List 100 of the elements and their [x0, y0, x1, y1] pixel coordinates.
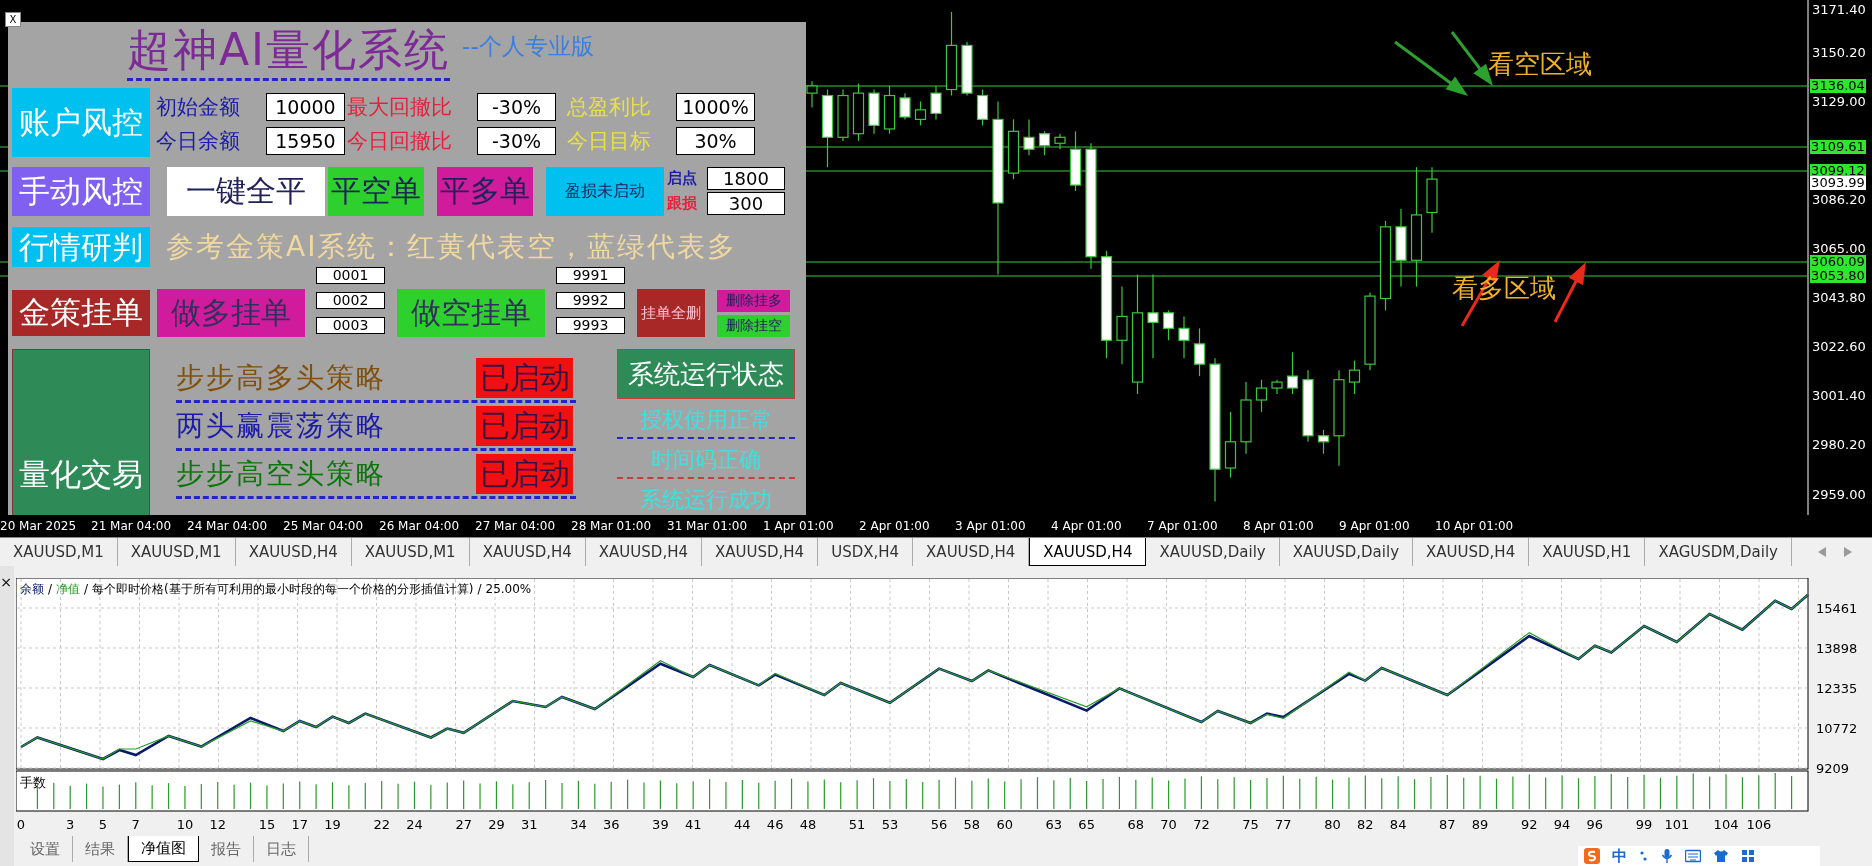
- time-axis-label: 24 Mar 04:00: [187, 518, 269, 535]
- x-axis-label: 51: [848, 817, 866, 832]
- x-axis-label: 31: [520, 817, 538, 832]
- x-axis-label: 56: [930, 817, 948, 832]
- x-axis-label: 60: [996, 817, 1013, 832]
- legend-label: 余额: [20, 582, 44, 596]
- time-axis-label: 10 Apr 01:00: [1435, 518, 1515, 535]
- legend-label: 净值: [56, 582, 81, 596]
- time-axis-label: 31 Mar 01:00: [667, 518, 749, 535]
- time-axis-label: 8 Apr 01:00: [1243, 518, 1315, 535]
- x-axis-label: 94: [1553, 817, 1571, 832]
- zone-label: 看空区域: [1488, 48, 1592, 80]
- price-tag: 3109.61: [1810, 140, 1866, 154]
- x-axis-label: 65: [1078, 817, 1095, 832]
- field-label: 今日目标: [567, 128, 652, 155]
- time-axis-label: 1 Apr 01:00: [763, 518, 835, 535]
- field-label: 跟损: [667, 194, 698, 213]
- x-axis-label: 34: [570, 817, 587, 832]
- x-axis-label: 7: [131, 817, 140, 832]
- time-axis-label: 7 Apr 01:00: [1147, 518, 1219, 535]
- x-axis-label: 24: [406, 817, 423, 832]
- time-axis-label: 28 Mar 01:00: [571, 518, 653, 535]
- price-tick-label: 3022.60: [1812, 339, 1866, 355]
- time-axis-label: 26 Mar 04:00: [379, 518, 461, 535]
- x-axis-label: 48: [799, 817, 817, 832]
- y-axis-label: 13898: [1816, 641, 1858, 656]
- time-axis-label: 25 Mar 04:00: [283, 518, 365, 535]
- strategy-name: 步步高空头策略: [176, 455, 387, 492]
- x-axis-label: 17: [291, 817, 308, 832]
- price-tick-label: 3086.20: [1812, 192, 1866, 208]
- time-axis-label: 21 Mar 04:00: [91, 518, 173, 535]
- price-tag: 3093.99: [1810, 176, 1866, 190]
- x-axis-label: 75: [1242, 817, 1259, 832]
- x-axis-label: 101: [1664, 817, 1690, 832]
- x-axis-label: 63: [1045, 817, 1063, 832]
- legend-separator: /: [84, 582, 89, 596]
- x-axis-label: 12: [209, 817, 226, 832]
- x-axis-label: 29: [488, 817, 505, 832]
- y-axis-label: 12335: [1816, 681, 1858, 696]
- x-axis-label: 5: [98, 817, 108, 832]
- time-axis-label: 2 Apr 01:00: [859, 518, 931, 535]
- time-axis-label: 4 Apr 01:00: [1051, 518, 1123, 535]
- x-axis-label: 53: [881, 817, 899, 832]
- x-axis-label: 80: [1324, 817, 1341, 832]
- x-axis-label: 77: [1275, 817, 1292, 832]
- time-axis-label: 3 Apr 01:00: [955, 518, 1027, 535]
- panel-title: 超神AI量化系统: [127, 22, 451, 81]
- time-axis-label: 27 Mar 04:00: [475, 518, 557, 535]
- legend-separator: /: [477, 582, 482, 596]
- status-text: 系统运行成功: [639, 486, 773, 514]
- time-axis-label: 9 Apr 01:00: [1339, 518, 1411, 535]
- price-tick-label: 3129.00: [1812, 94, 1866, 110]
- time-axis-label: 20 Mar 2025: [0, 518, 78, 535]
- x-axis-label: 19: [324, 817, 341, 832]
- legend-note: 每个即时价格(基于所有可利用的最小时段的每一个价格的分形插值计算): [92, 582, 474, 596]
- field-label: 最大回撤比: [347, 94, 453, 121]
- x-axis-label: 104: [1713, 817, 1739, 832]
- x-axis-label: 82: [1357, 817, 1374, 832]
- x-axis-label: 89: [1471, 817, 1489, 832]
- hint-text: 参考金策AI系统：红黄代表空，蓝绿代表多: [166, 229, 738, 265]
- x-axis-label: 84: [1389, 817, 1407, 832]
- x-axis-label: 10: [176, 817, 194, 832]
- x-axis-label: 96: [1586, 817, 1604, 832]
- x-axis-label: 92: [1521, 817, 1538, 832]
- y-axis-label: 10772: [1816, 721, 1858, 736]
- x-axis-label: 39: [652, 817, 669, 832]
- status-text: 授权使用正常: [617, 403, 795, 439]
- y-axis-label: 9209: [1816, 761, 1850, 776]
- x-axis-label: 46: [766, 817, 784, 832]
- field-label: 总盈利比: [567, 94, 652, 121]
- status-text: 时间码正确: [617, 443, 795, 479]
- x-axis-label: 0: [16, 817, 26, 832]
- price-tick-label: 2959.00: [1812, 487, 1866, 503]
- x-axis-label: 41: [684, 817, 702, 832]
- x-axis-label: 68: [1127, 817, 1145, 832]
- price-tick-label: 3043.80: [1812, 290, 1866, 306]
- price-tick-label: 3001.40: [1812, 388, 1866, 404]
- price-tick-label: 2980.20: [1812, 437, 1866, 453]
- x-axis-label: 44: [734, 817, 751, 832]
- panel-subtitle: --个人专业版: [462, 32, 594, 60]
- x-axis-label: 27: [455, 817, 472, 832]
- strategy-name: 两头赢震荡策略: [176, 407, 387, 444]
- x-axis-label: 70: [1160, 817, 1177, 832]
- x-axis-label: 22: [373, 817, 390, 832]
- price-tag: 3060.09: [1810, 255, 1866, 269]
- field-label: 今日回撤比: [347, 128, 453, 155]
- price-tick-label: 3150.20: [1812, 45, 1866, 61]
- field-label: 启点: [667, 169, 698, 188]
- x-axis-label: 99: [1635, 817, 1653, 832]
- strategy-name: 步步高多头策略: [176, 359, 387, 396]
- x-axis-label: 106: [1746, 817, 1772, 832]
- x-axis-label: 72: [1193, 817, 1210, 832]
- price-tick-label: 3065.00: [1812, 241, 1866, 257]
- x-axis-label: 36: [602, 817, 620, 832]
- price-tag: 3053.80: [1810, 269, 1866, 283]
- price-tag: 3136.04: [1810, 79, 1866, 93]
- price-tick-label: 3171.40: [1812, 2, 1866, 18]
- legend-separator: /: [48, 582, 53, 596]
- legend-percent: 25.00%: [485, 582, 532, 596]
- field-label: 初始金额: [156, 94, 241, 121]
